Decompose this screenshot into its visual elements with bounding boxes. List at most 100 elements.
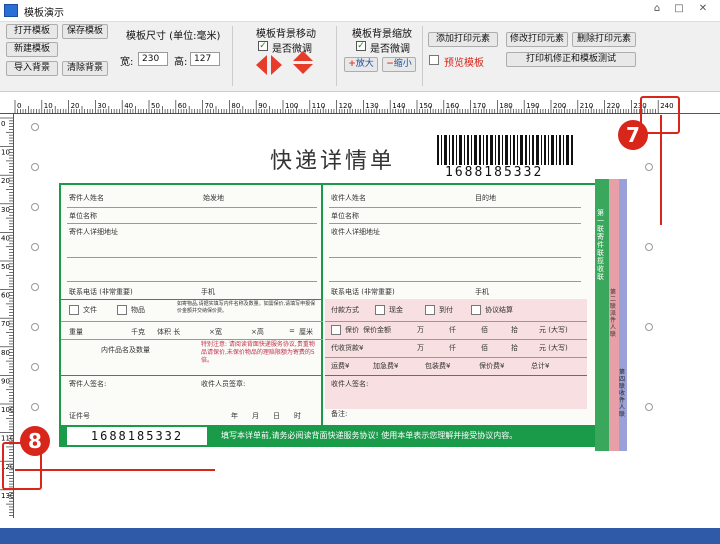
waybill-form: 寄件人姓名 始发地 单位名称 寄件人详细地址 联系电话 (非常重要) 手机 文件… — [59, 183, 605, 447]
template-canvas[interactable]: 快递详情单 1688185332 寄件人姓名 始发地 单位名称 寄件人详细地址 — [15, 115, 720, 517]
perforation-hole — [31, 243, 39, 251]
ruler-label: 50 — [151, 102, 160, 110]
calibrate-button[interactable]: 打印机修正和模板测试 — [506, 52, 636, 67]
divider — [67, 207, 317, 208]
divider — [67, 281, 317, 282]
footer-strip: 1688185332 填写本详单前,请务必阅读背面快递服务协议! 使用本单表示您… — [61, 425, 605, 447]
horizontal-ruler: 0 10 20 30 40 50 60 70 80 90 100 110 120 130 140 150 160… — [0, 100, 720, 114]
item-notice: 如寄物品,请据实填写内件名称及数量。如需保价,请填写申报保价金额并交纳保价费。 — [177, 301, 316, 314]
maximize-button[interactable]: □ — [672, 3, 686, 15]
extra-fee-label: 加急费¥ — [373, 362, 399, 370]
title-bar: 模板演示 ⌂ □ ✕ — [0, 0, 720, 22]
zoom-out-button[interactable]: −缩小 — [382, 57, 416, 72]
move-fine-checkbox[interactable]: ✓ — [258, 41, 268, 51]
unit-bai: 佰 — [481, 326, 488, 334]
barcode-image — [437, 135, 573, 165]
toolbar: 打开模板 保存模板 新建模板 导入背景 清除背景 模板尺寸 (单位:毫米) 宽:… — [0, 22, 720, 92]
horizontal-ruler-ticks: 0 10 20 30 40 50 60 70 80 90 100 110 120 130 140 150 160… — [14, 100, 674, 114]
height-label: 高: — [174, 57, 188, 68]
insured-label: 保价 — [345, 326, 359, 334]
add-element-button[interactable]: 添加打印元素 — [428, 32, 498, 47]
marker-8: 8 — [20, 426, 50, 456]
contract-checkbox[interactable] — [471, 305, 481, 315]
move-up-icon[interactable] — [293, 51, 313, 61]
divider — [61, 321, 323, 322]
receiver-name-label: 收件人姓名 — [331, 194, 366, 202]
ruler-label: 60 — [178, 102, 187, 110]
preview-label: 预览模板 — [444, 58, 484, 69]
separator — [232, 26, 233, 86]
id-number-label: 证件号 — [69, 412, 90, 420]
divider — [325, 321, 587, 322]
divider — [329, 207, 581, 208]
document-label: 文件 — [83, 306, 97, 314]
ruler-label: 10 — [44, 102, 53, 110]
perforation-hole — [31, 123, 39, 131]
contract-label: 协议结算 — [485, 306, 513, 314]
window-title: 模板演示 — [24, 8, 64, 19]
courier-sign-label: 收件人员签章: — [201, 380, 246, 388]
footer-notice: 填写本详单前,请务必阅读背面快递服务协议! 使用本单表示您理解并接受协议内容。 — [221, 431, 518, 440]
bottom-edge-guide — [15, 469, 215, 471]
insured-checkbox[interactable] — [331, 325, 341, 335]
ruler-label: 40 — [124, 102, 133, 110]
equals-mark: = — [289, 327, 295, 335]
collect-checkbox[interactable] — [425, 305, 435, 315]
zoom-fine-checkbox[interactable]: ✓ — [356, 41, 366, 51]
perforation-hole — [31, 323, 39, 331]
item-label: 物品 — [131, 306, 145, 314]
zoom-out-label: 缩小 — [393, 59, 412, 69]
divider — [325, 375, 587, 376]
unit-shi: 拾 — [511, 344, 518, 352]
ruler-label: 60 — [1, 292, 10, 300]
sender-company-label: 单位名称 — [69, 212, 97, 220]
marker-7: 7 — [618, 120, 648, 150]
receiver-address-label: 收件人详细地址 — [331, 228, 380, 236]
ruler-label: 90 — [1, 377, 10, 385]
copy-strip-1: 第一联 寄件联 揽收联 — [595, 179, 609, 451]
clear-background-button[interactable]: 清除背景 — [62, 61, 108, 76]
origin-label: 始发地 — [203, 194, 224, 202]
ruler-label: 20 — [1, 177, 10, 185]
ruler-label: 10 — [1, 149, 10, 157]
ruler-label: 40 — [1, 234, 10, 242]
move-right-icon[interactable] — [271, 55, 282, 75]
sender-name-label: 寄件人姓名 — [69, 194, 104, 202]
document-checkbox[interactable] — [69, 305, 79, 315]
move-down-icon[interactable] — [293, 64, 313, 74]
minus-icon: − — [386, 59, 394, 69]
ruler-label: 80 — [231, 102, 240, 110]
divider — [325, 357, 587, 358]
receiver-company-label: 单位名称 — [331, 212, 359, 220]
divider — [61, 375, 323, 376]
close-button[interactable]: ✕ — [696, 3, 710, 15]
zoom-in-button[interactable]: +放大 — [344, 57, 378, 72]
divider — [61, 299, 323, 300]
copy-strip-3: 第四联 收件人联 — [619, 179, 627, 451]
unit-yuan: 元 (大写) — [539, 344, 568, 352]
import-background-button[interactable]: 导入背景 — [6, 61, 58, 76]
move-label: 模板背景移动 — [256, 29, 316, 40]
size-label: 模板尺寸 (单位:毫米) — [126, 31, 221, 42]
save-template-button[interactable]: 保存模板 — [62, 24, 108, 39]
item-checkbox[interactable] — [117, 305, 127, 315]
copy2-label: 第二联 派件人联 — [610, 289, 617, 338]
unit-qian: 仟 — [449, 326, 456, 334]
height-input[interactable]: 127 — [190, 52, 220, 66]
delete-element-button[interactable]: 删除打印元素 — [572, 32, 636, 47]
copy1-label: 第一联 寄件联 揽收联 — [597, 209, 604, 281]
ruler-label: 0 — [1, 120, 5, 128]
move-left-icon[interactable] — [256, 55, 267, 75]
edit-element-button[interactable]: 修改打印元素 — [506, 32, 568, 47]
new-template-button[interactable]: 新建模板 — [6, 42, 58, 57]
open-template-button[interactable]: 打开模板 — [6, 24, 58, 39]
cash-checkbox[interactable] — [375, 305, 385, 315]
minimize-button[interactable]: ⌂ — [650, 3, 664, 15]
preview-checkbox[interactable] — [429, 55, 439, 65]
perforation-hole — [31, 283, 39, 291]
width-mark: ×宽 — [209, 328, 222, 336]
width-input[interactable]: 230 — [138, 52, 168, 66]
barcode-number: 1688185332 — [445, 165, 544, 180]
ruler-label: 70 — [1, 320, 10, 328]
perforation-hole — [31, 203, 39, 211]
